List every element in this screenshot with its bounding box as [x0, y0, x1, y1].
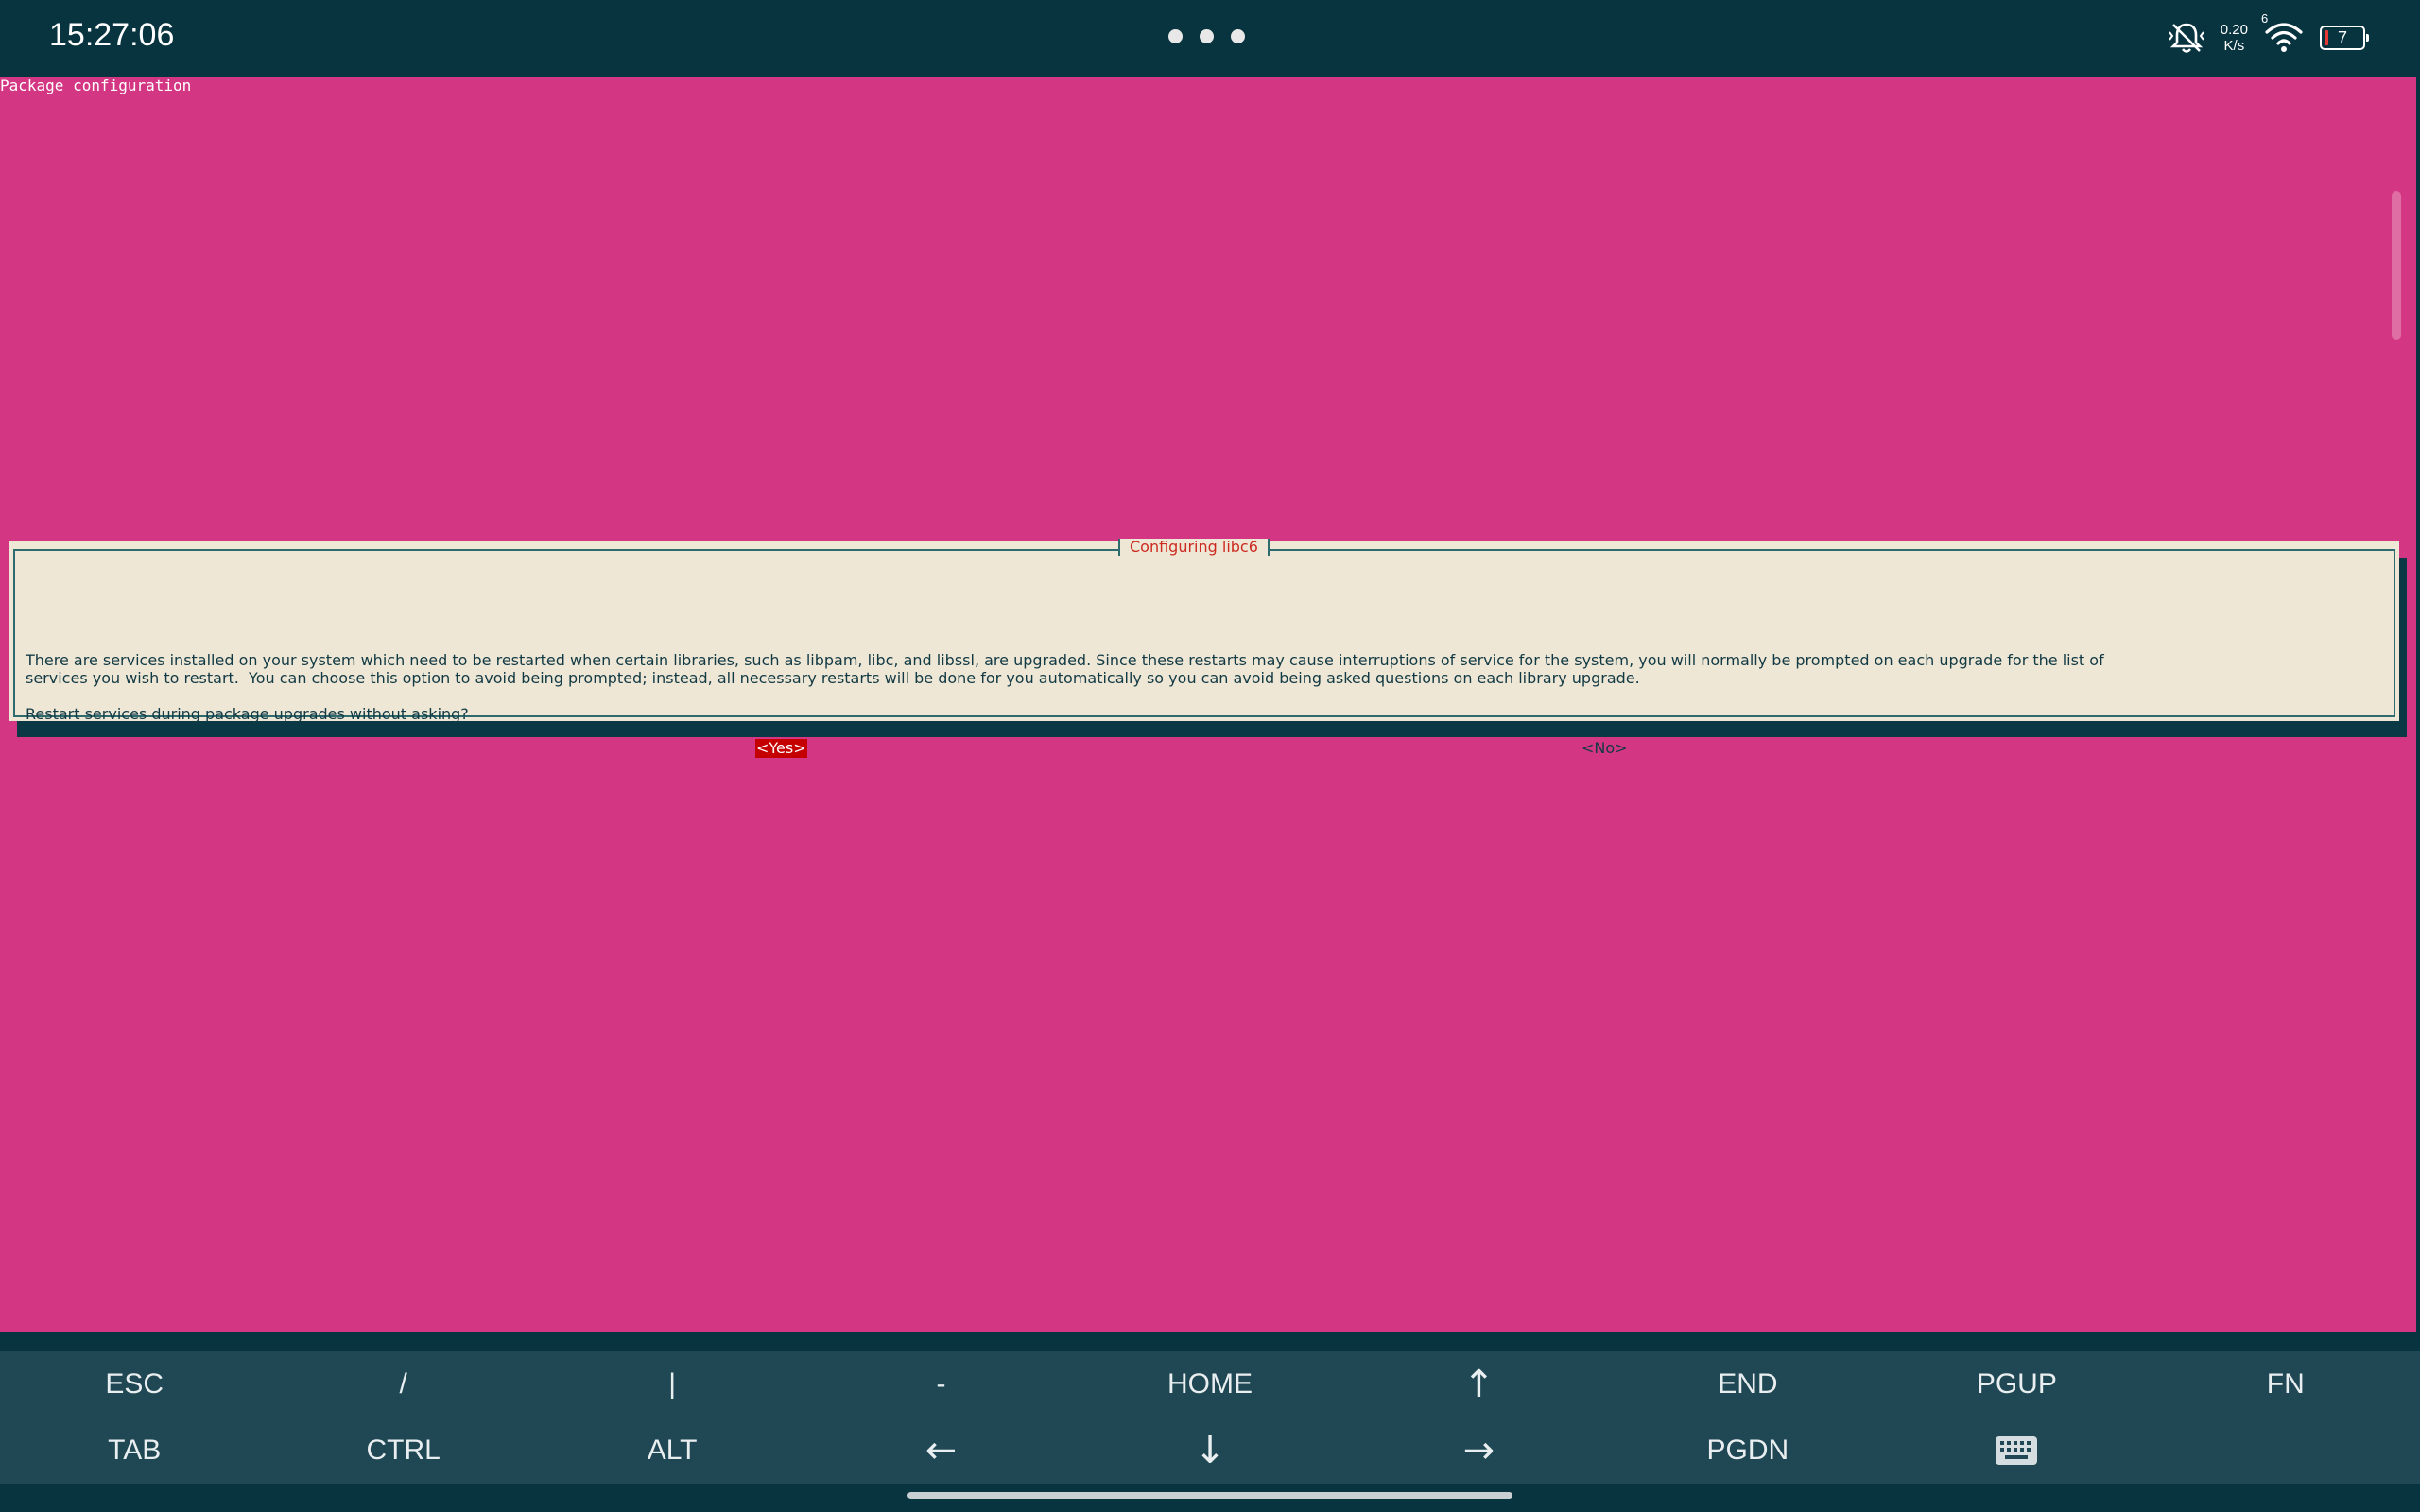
dialog-title: Configuring libc6: [1118, 539, 1270, 556]
key-up[interactable]: ↑: [1344, 1351, 1613, 1418]
gesture-navigation-bar[interactable]: [908, 1492, 1512, 1499]
more-dots-icon[interactable]: [1168, 29, 1245, 43]
battery-level-fill: [2325, 30, 2328, 45]
keyboard-toggle-button[interactable]: [1882, 1418, 2151, 1484]
dot: [1200, 29, 1214, 43]
battery-icon: 7: [2320, 26, 2369, 50]
network-speed: 0.20 K/s: [2221, 22, 2248, 54]
battery-level: 7: [2337, 27, 2347, 47]
dialog-message-line: services you wish to restart. You can ch…: [26, 669, 1640, 687]
key-down[interactable]: ↓: [1076, 1418, 1344, 1484]
wifi-badge: 6: [2261, 11, 2269, 26]
bell-muted-icon: [2168, 23, 2204, 53]
key-pgup[interactable]: PGUP: [1882, 1351, 2151, 1418]
keyboard-icon: [1996, 1436, 2038, 1465]
no-button[interactable]: <No>: [1582, 739, 1628, 758]
key-pgdn[interactable]: PGDN: [1614, 1418, 1882, 1484]
dot: [1231, 29, 1245, 43]
wifi-status: 6: [2261, 11, 2305, 59]
status-icons: 0.20 K/s 6 7: [2168, 11, 2369, 59]
key-home[interactable]: HOME: [1076, 1351, 1344, 1418]
key-tab[interactable]: TAB: [0, 1418, 268, 1484]
terminal-header: Package configuration: [0, 77, 192, 94]
yes-button[interactable]: <Yes>: [755, 739, 807, 758]
key-end[interactable]: END: [1614, 1351, 1882, 1418]
key-left[interactable]: ←: [806, 1418, 1075, 1484]
status-bar: 15:27:06 0.20 K/s 6 7: [0, 0, 2420, 77]
key-slash[interactable]: /: [268, 1351, 537, 1418]
dialog-frame: [13, 549, 2395, 717]
status-clock: 15:27:06: [49, 17, 175, 53]
network-speed-unit: K/s: [2223, 38, 2245, 54]
network-speed-value: 0.20: [2220, 22, 2248, 38]
extra-keys-bar: ESC / | - HOME ↑ END PGUP FN TAB CTRL ALT…: [0, 1351, 2420, 1484]
key-fn[interactable]: FN: [2152, 1351, 2420, 1418]
key-pipe[interactable]: |: [538, 1351, 806, 1418]
screen: 15:27:06 0.20 K/s 6 7 Package configurat…: [0, 0, 2420, 1512]
key-minus[interactable]: -: [806, 1351, 1075, 1418]
wifi-icon: [2265, 23, 2303, 52]
dialog-message-line: There are services installed on your sys…: [26, 651, 2104, 669]
terminal-scrollbar[interactable]: [2392, 191, 2401, 340]
key-right[interactable]: →: [1344, 1418, 1613, 1484]
key-alt[interactable]: ALT: [538, 1418, 806, 1484]
dialog-question: Restart services during package upgrades…: [26, 705, 469, 723]
key-esc[interactable]: ESC: [0, 1351, 268, 1418]
config-dialog: Configuring libc6: [9, 539, 2399, 721]
dot: [1168, 29, 1183, 43]
key-ctrl[interactable]: CTRL: [268, 1418, 537, 1484]
